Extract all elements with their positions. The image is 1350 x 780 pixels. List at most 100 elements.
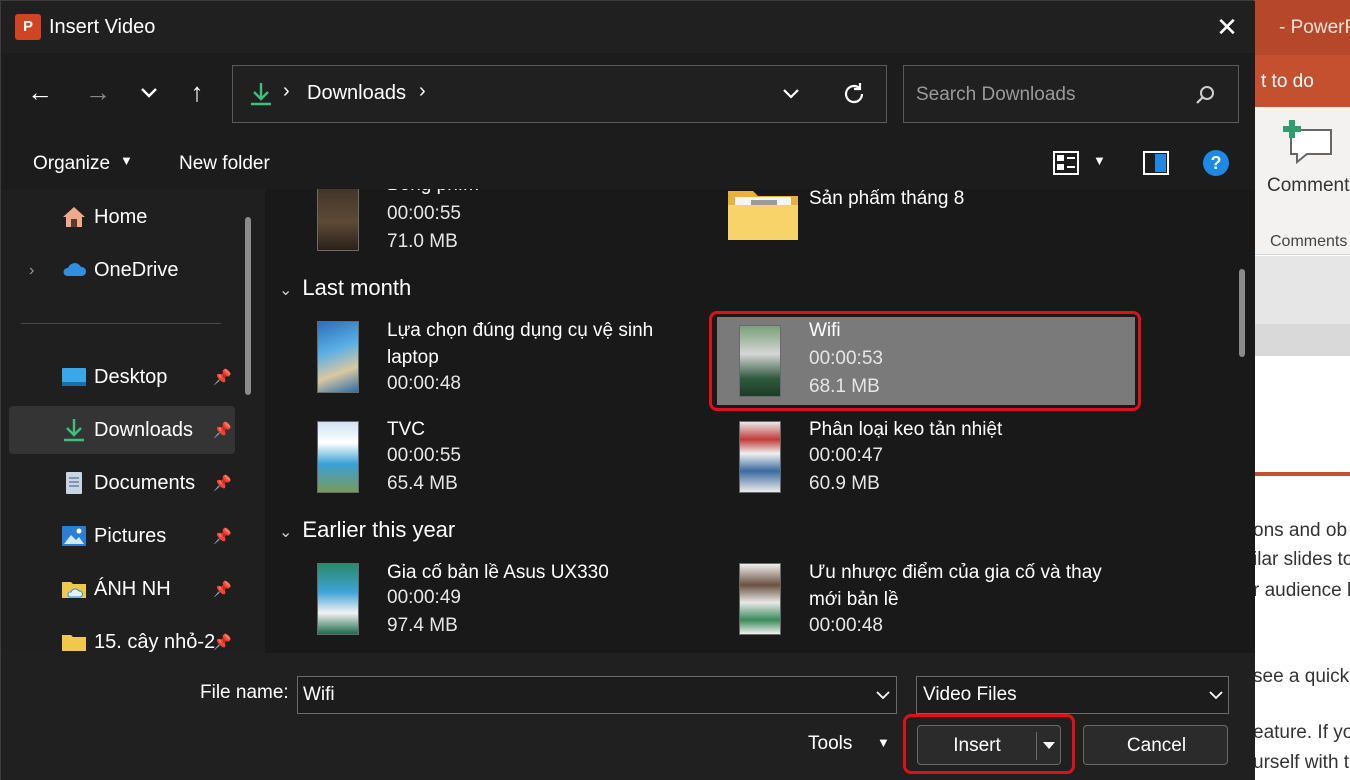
sidebar-item-onedrive[interactable]: › OneDrive [9, 246, 235, 294]
pin-icon[interactable]: 📌 [213, 368, 232, 386]
powerpoint-titlebar: - PowerPo [1253, 0, 1350, 55]
sidebar-item-downloads[interactable]: Downloads 📌 [9, 406, 235, 454]
search-input[interactable] [916, 83, 1186, 107]
sidebar-item-folder[interactable]: 15. cây nhỏ-2 📌 [9, 618, 235, 653]
sidebar-item-pictures[interactable]: Pictures 📌 [9, 512, 235, 560]
navigation-pane: Home › OneDrive Desktop 📌 Downloads 📌 Do… [1, 189, 265, 653]
file-name: mới bản lề [809, 589, 899, 610]
help-icon[interactable]: ? [1203, 150, 1229, 176]
chevron-down-icon[interactable] [874, 684, 892, 706]
folder-icon [728, 191, 798, 240]
download-icon [64, 419, 84, 442]
list-item-folder[interactable]: Sản phẩm tháng 8 [725, 189, 1149, 265]
preview-pane-icon[interactable] [1143, 151, 1169, 175]
pin-icon[interactable]: 📌 [213, 421, 232, 439]
slide-text-line: ons and ob [1253, 520, 1348, 541]
file-size: 65.4 MB [387, 473, 458, 494]
caret-down-icon[interactable]: ▼ [1093, 153, 1106, 168]
file-name: Ưu nhược điểm của gia cố và thay [809, 562, 1102, 583]
file-name-combobox[interactable] [297, 676, 897, 714]
file-duration: 00:00:48 [387, 373, 461, 394]
close-icon[interactable]: ✕ [1213, 13, 1241, 41]
video-thumbnail [739, 421, 781, 493]
pin-icon[interactable]: 📌 [213, 580, 232, 598]
address-bar[interactable]: › Downloads › [232, 65, 887, 123]
sidebar-item-documents[interactable]: Documents 📌 [9, 459, 235, 507]
chevron-down-icon[interactable] [1207, 684, 1225, 706]
sidebar-scrollbar[interactable] [245, 217, 251, 395]
list-item[interactable]: TVC 00:00:55 65.4 MB [309, 415, 733, 499]
slide-accent-bar [1253, 472, 1350, 476]
caret-down-icon[interactable]: ▼ [120, 153, 133, 168]
file-name-input[interactable] [303, 683, 843, 707]
breadcrumb-chevron[interactable]: › [283, 80, 290, 103]
breadcrumb-chevron[interactable]: › [419, 80, 426, 103]
pin-icon[interactable]: 📌 [213, 633, 232, 651]
file-name: Bóng phím [387, 189, 479, 198]
slide-text-line: r audience l [1253, 580, 1350, 601]
content-scrollbar[interactable] [1239, 269, 1245, 357]
file-list: Bóng phím 00:00:55 71.0 MB Sản phẩm thán… [265, 189, 1255, 653]
expand-chevron-icon[interactable]: › [29, 262, 34, 280]
organize-button[interactable]: Organize [33, 153, 110, 175]
file-name: TVC [387, 419, 425, 440]
up-button[interactable]: ↑ [182, 77, 212, 107]
powerpoint-app-icon: P [15, 14, 41, 40]
sidebar-item-label: 15. cây nhỏ-2 [94, 631, 216, 653]
list-item[interactable]: Ưu nhược điểm của gia cố và thay mới bản… [731, 557, 1155, 641]
forward-button[interactable]: → [83, 77, 113, 107]
powerpoint-window: - PowerPo t to do Comment Comments ons a… [1253, 0, 1350, 780]
chevron-down-icon[interactable] [778, 80, 804, 106]
pin-icon[interactable]: 📌 [213, 474, 232, 492]
document-icon [66, 472, 82, 494]
sidebar-item-label: Downloads [94, 419, 193, 441]
collapse-chevron-icon[interactable]: ⌄ [279, 524, 292, 541]
sidebar-item-label: Documents [94, 472, 196, 494]
file-name: Phân loại keo tản nhiệt [809, 419, 1003, 440]
video-thumbnail [317, 189, 359, 251]
video-thumbnail [317, 321, 359, 393]
change-view-icon[interactable] [1053, 151, 1079, 175]
sidebar-item-home[interactable]: Home [9, 193, 235, 241]
tools-button[interactable]: Tools [808, 733, 852, 755]
chevron-down-icon [141, 88, 157, 98]
group-header-earlier-this-year[interactable]: ⌄ Earlier this year [279, 517, 455, 543]
file-duration: 00:00:48 [809, 615, 883, 636]
back-button[interactable]: ← [25, 77, 55, 107]
powerpoint-strip [1253, 256, 1350, 324]
breadcrumb-downloads[interactable]: Downloads [307, 82, 406, 105]
comment-button-label[interactable]: Comment [1267, 175, 1349, 197]
sidebar-item-desktop[interactable]: Desktop 📌 [9, 353, 235, 401]
caret-down-icon[interactable]: ▼ [877, 735, 890, 750]
comments-group-label: Comments [1270, 233, 1348, 250]
cancel-button[interactable]: Cancel [1083, 725, 1228, 765]
powerpoint-strip [1253, 324, 1350, 356]
highlight-insert-button [903, 714, 1075, 774]
divider [21, 323, 221, 324]
collapse-chevron-icon[interactable]: ⌄ [279, 282, 292, 299]
list-item[interactable]: Lựa chọn đúng dụng cụ vệ sinh laptop 00:… [309, 315, 733, 399]
powerpoint-title: - PowerPo [1279, 17, 1350, 38]
sidebar-item-anh-nh[interactable]: ÁNH NH 📌 [9, 565, 235, 613]
folder-icon [62, 635, 86, 651]
group-header-last-month[interactable]: ⌄ Last month [279, 275, 411, 301]
file-type-select[interactable]: Video Files [916, 676, 1229, 714]
new-folder-button[interactable]: New folder [179, 153, 270, 175]
list-item[interactable]: Bóng phím 00:00:55 71.0 MB [309, 189, 733, 257]
tell-me-search[interactable]: t to do [1261, 71, 1314, 93]
search-box[interactable] [903, 65, 1239, 123]
list-item[interactable]: Phân loại keo tản nhiệt 00:00:47 60.9 MB [731, 415, 1155, 499]
slide-text-line: ilar slides to [1253, 549, 1350, 570]
new-comment-icon[interactable] [1283, 120, 1335, 166]
dialog-title: Insert Video [49, 16, 156, 38]
file-duration: 00:00:47 [809, 445, 883, 466]
refresh-icon[interactable] [840, 80, 868, 108]
file-duration: 00:00:55 [387, 203, 461, 224]
recent-locations-button[interactable] [134, 77, 164, 107]
search-icon[interactable] [1194, 84, 1216, 106]
folder-cloud-icon [62, 582, 86, 598]
pin-icon[interactable]: 📌 [213, 527, 232, 545]
list-item[interactable]: Gia cố bản lề Asus UX330 00:00:49 97.4 M… [309, 557, 733, 641]
video-thumbnail [739, 563, 781, 635]
file-size: 60.9 MB [809, 473, 880, 494]
